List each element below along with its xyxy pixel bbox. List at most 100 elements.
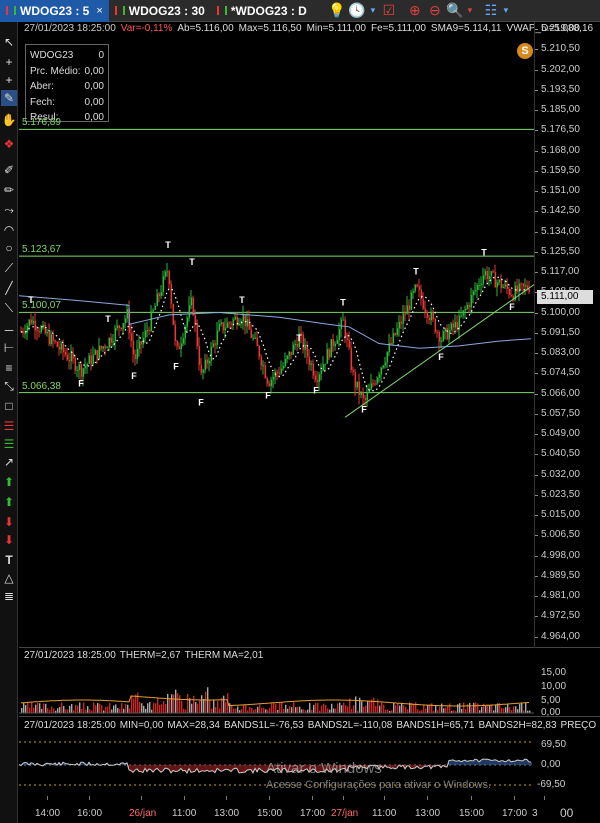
candle-body — [296, 343, 299, 348]
zoom-out-icon[interactable]: ⊖ — [425, 2, 445, 20]
therm-axis-label: 15,00 — [541, 667, 567, 678]
circle-icon[interactable]: ○ — [1, 240, 17, 256]
therm-bar — [403, 705, 405, 713]
chevron-down-icon[interactable]: ▾ — [465, 2, 475, 20]
candle-body — [170, 284, 173, 304]
therm-bar — [521, 702, 523, 713]
candle-body — [98, 345, 101, 359]
list-icon[interactable]: ≣ — [1, 588, 17, 604]
candle-body — [366, 392, 369, 400]
line-segment-icon[interactable]: ⟍ — [1, 300, 17, 316]
therm-bar — [137, 692, 139, 713]
price-axis-label: 5.100,00 — [541, 306, 580, 318]
therm-bar — [215, 707, 217, 713]
crosshair-small-icon[interactable]: + — [1, 72, 17, 88]
therm-bar — [359, 697, 361, 713]
therm-bar — [491, 704, 493, 713]
therm-bar — [81, 708, 83, 713]
therm-bar — [211, 708, 213, 713]
bottom-marker: F — [78, 378, 84, 388]
brush-icon[interactable]: ✐ — [1, 162, 17, 178]
therm-bar — [425, 708, 427, 713]
windows-activation-watermark: Ativar o Windows Acesse Configurações pa… — [266, 760, 491, 791]
candle-body — [318, 374, 321, 382]
chart-settings-icon[interactable]: ☷ — [481, 2, 501, 20]
zoom-in-icon[interactable]: ⊕ — [405, 2, 425, 20]
path-icon[interactable]: ⤳ — [1, 202, 17, 218]
zoom-icon[interactable]: 🔍 — [445, 2, 465, 20]
therm-bar — [131, 696, 133, 713]
bands-min: MIN=0,00 — [119, 720, 164, 731]
ruler-icon[interactable]: ⤡ — [1, 378, 17, 394]
therm-bar — [177, 693, 179, 713]
price-chart-panel[interactable]: TFTFTTFFTFTFTFTFTF 27/01/2023 18:25:00 Va… — [19, 22, 600, 648]
channel-icon[interactable]: ≡ — [1, 360, 17, 376]
bottom-marker: F — [438, 352, 444, 362]
candle-body — [178, 346, 181, 350]
therm-bar — [249, 707, 251, 713]
therm-bar — [185, 709, 187, 713]
candle-body — [260, 356, 263, 366]
candle-body — [114, 328, 117, 342]
therm-bar — [63, 705, 65, 713]
arrow-down-icon[interactable]: ⬇ — [1, 532, 17, 548]
lightbulb-icon[interactable]: 💡 — [327, 2, 347, 20]
candle-body — [434, 318, 437, 333]
horizontal-line-icon[interactable]: ─ — [1, 322, 17, 338]
price-axis-tick — [535, 636, 538, 638]
candle-body — [194, 314, 197, 323]
candle-body — [288, 351, 291, 356]
therm-panel[interactable]: 27/01/2023 18:25:00 THERM=2,67 THERM MA=2,… — [19, 649, 600, 718]
line-icon[interactable]: ╱ — [1, 280, 17, 296]
crosshair-icon[interactable]: + — [1, 54, 17, 70]
candle-body — [498, 279, 501, 283]
trendline-icon[interactable]: ↗ — [1, 454, 17, 470]
cursor-icon[interactable]: ↖ — [1, 34, 17, 50]
s-badge[interactable]: S — [517, 43, 533, 59]
price-axis-tick — [535, 515, 538, 516]
candle-body — [400, 321, 403, 324]
position-label: Fech: — [30, 96, 56, 108]
therm-bar — [125, 704, 127, 713]
candle-body — [108, 337, 111, 348]
clock-icon[interactable]: 🕓 — [347, 2, 367, 20]
arrow-down-icon[interactable]: ⬇ — [1, 514, 17, 530]
therm-bar — [45, 703, 47, 713]
tab-wdog23-5min[interactable]: WDOG23 : 5 × — [0, 0, 109, 22]
text-icon[interactable]: T — [1, 552, 17, 568]
fibonacci-icon[interactable]: ☰ — [1, 418, 17, 434]
candle-body — [378, 374, 381, 378]
checkbox-icon[interactable]: ☑ — [379, 2, 399, 20]
hand-icon[interactable]: ✋ — [1, 112, 17, 128]
top-marker: T — [189, 257, 195, 267]
price-axis-tick — [535, 616, 538, 618]
therm-bar — [181, 700, 183, 713]
time-axis-label: 17:00 — [502, 808, 528, 819]
fibonacci-green-icon[interactable]: ☰ — [1, 436, 17, 452]
fan-icon[interactable]: ⟋ — [1, 260, 17, 276]
tab-wdog23-30min[interactable]: WDOG23 : 30 — [109, 0, 211, 22]
pencil-icon[interactable]: ✎ — [1, 90, 17, 106]
therm-bar — [37, 702, 39, 713]
arrow-up-icon[interactable]: ⬆ — [1, 494, 17, 510]
therm-bar — [231, 704, 233, 713]
price-axis-label: 5.134,00 — [541, 225, 580, 237]
therm-bar — [309, 702, 311, 713]
position-value: 0,00 — [84, 65, 104, 77]
arc-icon[interactable]: ◠ — [1, 222, 17, 238]
triangle-icon[interactable]: △ — [1, 570, 17, 586]
top-marker: T — [340, 297, 346, 307]
price-axis[interactable]: 5.219,00 5.210,50 5.202,00 5.193,50 5.185,00… — [534, 22, 600, 648]
candle-body — [292, 344, 295, 355]
palette-icon[interactable]: ❖ — [1, 136, 17, 152]
horizontal-ray-icon[interactable]: ⊢ — [1, 340, 17, 356]
rectangle-icon[interactable]: □ — [1, 398, 17, 414]
therm-bar — [223, 695, 225, 713]
chevron-down-icon[interactable]: ▾ — [367, 2, 379, 20]
pen-icon[interactable]: ✏ — [1, 182, 17, 198]
close-icon[interactable]: × — [96, 5, 102, 17]
tab-wdog23-daily[interactable]: *WDOG23 : D — [211, 0, 313, 22]
time-axis[interactable]: 14:00 16:00 26/jan 11:00 13:00 15:00 17:00 27/j… — [19, 796, 600, 823]
chevron-down-icon[interactable]: ▾ — [501, 2, 511, 20]
arrow-up-icon[interactable]: ⬆ — [1, 474, 17, 490]
